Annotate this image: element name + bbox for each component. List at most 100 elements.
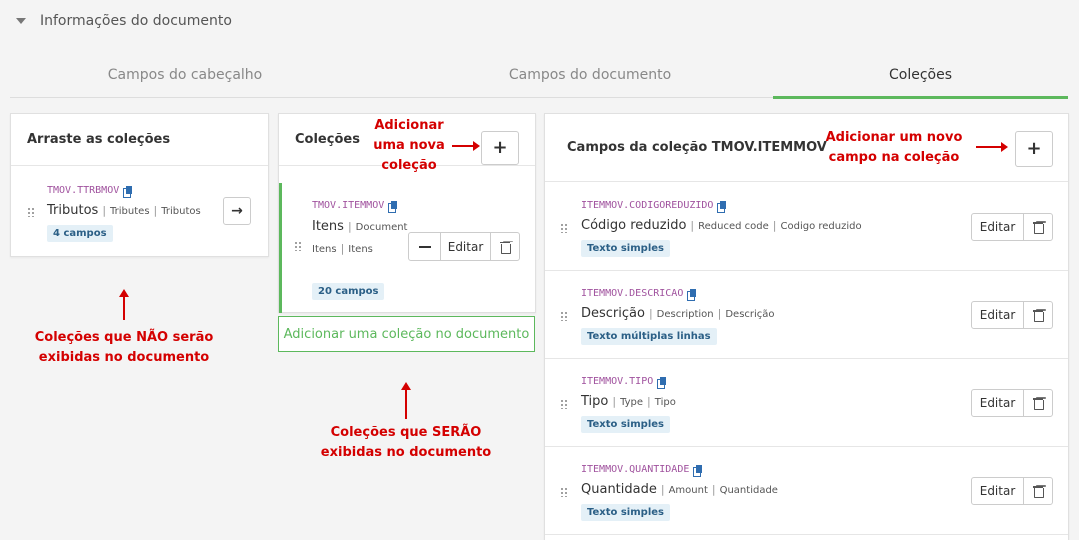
- delete-button[interactable]: [1024, 214, 1052, 240]
- panel-title: Campos da coleção TMOV.ITEMMOV: [545, 114, 1068, 182]
- drag-handle-icon[interactable]: [560, 223, 568, 233]
- copy-icon[interactable]: [693, 464, 703, 477]
- annotation-add-field: Adicionar um novo campo na coleção: [825, 130, 963, 165]
- field-name-en: Amount: [668, 485, 708, 496]
- field-code: ITEMMOV.TIPO: [581, 376, 667, 389]
- code-text: ITEMMOV.TIPO: [581, 376, 654, 387]
- collection-subtitle: Itens | Itens: [312, 242, 373, 255]
- red-arrow-right-icon: [452, 141, 480, 151]
- code-text: ITEMMOV.DESCRICAO: [581, 288, 684, 299]
- delete-button[interactable]: [1024, 302, 1052, 328]
- tab-collections[interactable]: Coleções: [773, 52, 1068, 99]
- drag-handle-icon[interactable]: [560, 311, 568, 321]
- field-type-badge: Texto múltiplas linhas: [581, 328, 717, 345]
- caret-down-icon[interactable]: [16, 18, 26, 24]
- add-collection-button[interactable]: +: [481, 131, 519, 165]
- red-arrow-up-icon: [401, 382, 411, 419]
- available-collections-panel: Arraste as coleções TMOV.TTRBMOV Tributo…: [10, 113, 269, 257]
- edit-button[interactable]: Editar: [972, 214, 1024, 240]
- collection-title: Tributos | Tributes | Tributos: [47, 203, 201, 218]
- tab-bar: Campos do cabeçalho Campos do documento …: [10, 52, 1068, 99]
- annotation-add-collection: Adicionar uma nova coleção: [373, 118, 445, 173]
- field-name-alt: Descrição: [725, 309, 775, 320]
- drag-handle-icon[interactable]: [294, 241, 302, 251]
- trash-icon: [500, 241, 511, 254]
- copy-icon[interactable]: [687, 288, 697, 301]
- field-code: ITEMMOV.CODIGOREDUZIDO: [581, 200, 727, 213]
- header-title: Informações do documento: [40, 13, 232, 29]
- edit-button[interactable]: Editar: [972, 302, 1024, 328]
- copy-icon[interactable]: [657, 376, 667, 389]
- field-name: Código reduzido: [581, 218, 687, 233]
- drag-handle-icon[interactable]: [560, 399, 568, 409]
- field-name: Tipo: [581, 394, 609, 409]
- code-text: TMOV.TTRBMOV: [47, 185, 120, 196]
- code-text: ITEMMOV.CODIGOREDUZIDO: [581, 200, 714, 211]
- field-name-en: Reduced code: [698, 221, 769, 232]
- field-title: Código reduzido | Reduced code | Codigo redu…: [581, 218, 862, 233]
- add-collection-to-document-button[interactable]: Adicionar uma coleção no documento: [278, 316, 535, 352]
- trash-icon: [1033, 397, 1044, 410]
- table-row[interactable]: ITEMMOV.CODIGOREDUZIDO Código reduzido | R…: [545, 183, 1068, 271]
- collection-fields-panel: Campos da coleção TMOV.ITEMMOV + ITEMMOV…: [544, 113, 1069, 540]
- red-arrow-right-icon: [976, 142, 1008, 152]
- drag-handle-icon[interactable]: [560, 487, 568, 497]
- field-name-en: Description: [656, 309, 714, 320]
- field-type-badge: Texto simples: [581, 416, 670, 433]
- edit-button[interactable]: Editar: [441, 233, 491, 260]
- copy-icon[interactable]: [717, 200, 727, 213]
- copy-icon[interactable]: [123, 185, 133, 198]
- field-name: Descrição: [581, 306, 645, 321]
- collection-code: TMOV.ITEMMOV: [312, 200, 398, 213]
- field-title: Quantidade | Amount | Quantidade: [581, 482, 778, 497]
- collection-title: Itens | Document: [312, 219, 408, 234]
- delete-button[interactable]: [1024, 478, 1052, 504]
- field-title: Descrição | Description | Descrição: [581, 306, 775, 321]
- code-text: TMOV.ITEMMOV: [312, 200, 385, 211]
- tab-document-fields[interactable]: Campos do documento: [420, 52, 760, 98]
- field-count-badge: 20 campos: [312, 283, 385, 300]
- code-text: ITEMMOV.QUANTIDADE: [581, 464, 690, 475]
- list-item[interactable]: TMOV.TTRBMOV Tributos | Tributes | Tributos …: [11, 167, 268, 257]
- trash-icon: [1033, 485, 1044, 498]
- drag-handle-icon[interactable]: [27, 207, 35, 217]
- field-code: ITEMMOV.QUANTIDADE: [581, 464, 703, 477]
- collapse-button[interactable]: [409, 233, 441, 260]
- collection-name-alt: Tributos: [161, 206, 201, 217]
- edit-button[interactable]: Editar: [972, 390, 1024, 416]
- delete-button[interactable]: [1024, 390, 1052, 416]
- annotation-not-shown: Coleções que NÃO serão exibidas no docum…: [34, 330, 214, 365]
- trash-icon: [1033, 221, 1044, 234]
- field-actions: Editar: [971, 213, 1053, 241]
- collection-code: TMOV.TTRBMOV: [47, 185, 133, 198]
- document-info-header[interactable]: Informações do documento: [16, 10, 232, 32]
- collection-name-alt: Itens: [348, 244, 373, 255]
- collection-name: Itens: [312, 219, 344, 234]
- arrow-right-icon: →: [231, 203, 243, 219]
- annotation-shown: Coleções que SERÃO exibidas no documento: [320, 425, 492, 460]
- field-actions: Editar: [971, 477, 1053, 505]
- field-name: Quantidade: [581, 482, 657, 497]
- move-collection-button[interactable]: →: [223, 197, 251, 225]
- table-row[interactable]: ITEMMOV.DESCRICAO Descrição | Description |…: [545, 271, 1068, 359]
- collection-name: Tributos: [47, 203, 99, 218]
- copy-icon[interactable]: [388, 200, 398, 213]
- edit-button[interactable]: Editar: [972, 478, 1024, 504]
- collection-sub: Itens: [312, 244, 337, 255]
- tab-header-fields[interactable]: Campos do cabeçalho: [10, 52, 360, 98]
- table-row[interactable]: ITEMMOV.QUANTIDADE Quantidade | Amount | Qua…: [545, 447, 1068, 535]
- minus-icon: [418, 245, 431, 248]
- field-title: Tipo | Type | Tipo: [581, 394, 676, 409]
- list-item[interactable]: TMOV.ITEMMOV Itens | Document Itens | Itens …: [279, 183, 535, 313]
- table-row[interactable]: ITEMMOV.TIPO Tipo | Type | Tipo Texto simple…: [545, 359, 1068, 447]
- field-name-alt: Tipo: [654, 397, 676, 408]
- collection-name-en: Document: [355, 222, 408, 233]
- field-code: ITEMMOV.DESCRICAO: [581, 288, 697, 301]
- add-field-button[interactable]: +: [1015, 131, 1053, 167]
- field-name-alt: Quantidade: [719, 485, 778, 496]
- plus-icon: +: [492, 137, 508, 158]
- field-actions: Editar: [971, 301, 1053, 329]
- field-type-badge: Texto simples: [581, 504, 670, 521]
- delete-button[interactable]: [491, 233, 519, 260]
- field-name-en: Type: [620, 397, 644, 408]
